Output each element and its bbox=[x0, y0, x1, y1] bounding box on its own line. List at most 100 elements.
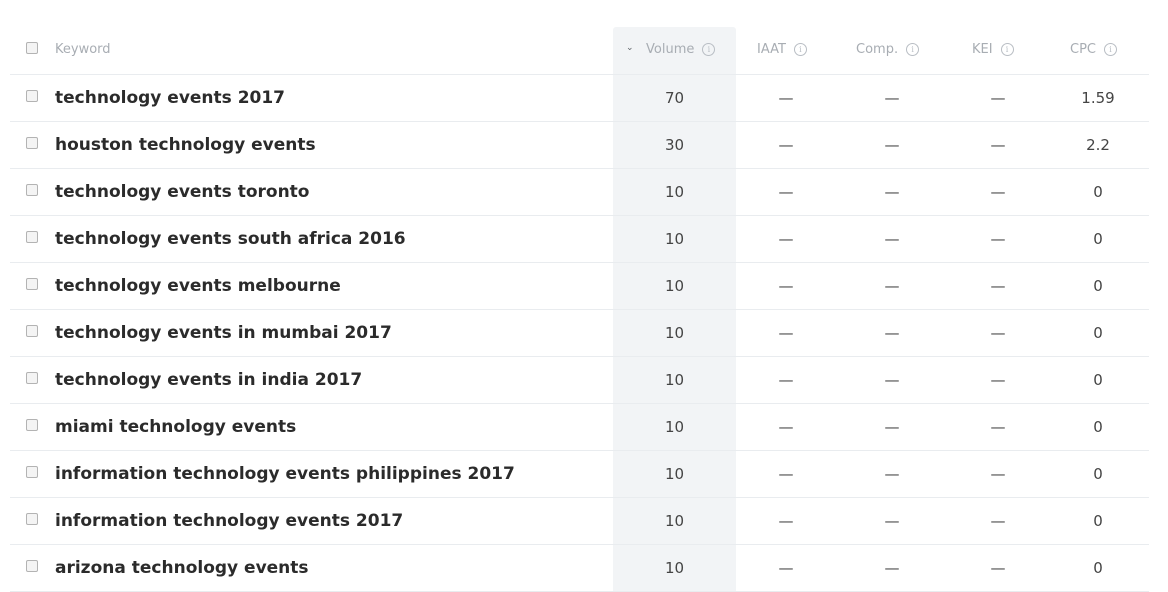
table-row[interactable]: information technology events 2017 10 — — — 0 bbox=[10, 498, 1149, 545]
row-checkbox[interactable] bbox=[26, 513, 38, 525]
keyword-text[interactable]: technology events 2017 bbox=[55, 88, 285, 108]
header-cpc-label: CPC bbox=[1070, 42, 1096, 57]
row-checkbox[interactable] bbox=[26, 278, 38, 290]
volume-cell: 10 bbox=[664, 230, 685, 248]
cpc-cell: 0 bbox=[1093, 183, 1103, 201]
kei-cell: — bbox=[990, 136, 1006, 154]
comp-cell: — bbox=[884, 183, 900, 201]
header-keyword[interactable]: Keyword bbox=[55, 42, 111, 58]
row-checkbox[interactable] bbox=[26, 90, 38, 102]
cpc-cell: 2.2 bbox=[1086, 136, 1110, 154]
iaat-cell: — bbox=[778, 136, 794, 154]
comp-cell: — bbox=[884, 465, 900, 483]
info-icon[interactable]: i bbox=[906, 43, 920, 56]
cpc-cell: 0 bbox=[1093, 465, 1103, 483]
row-checkbox[interactable] bbox=[26, 560, 38, 572]
kei-cell: — bbox=[990, 418, 1006, 436]
row-checkbox[interactable] bbox=[26, 137, 38, 149]
iaat-cell: — bbox=[778, 183, 794, 201]
row-checkbox[interactable] bbox=[26, 419, 38, 431]
keyword-text[interactable]: technology events melbourne bbox=[55, 276, 341, 296]
volume-cell: 10 bbox=[664, 324, 685, 342]
volume-cell: 10 bbox=[664, 277, 685, 295]
comp-cell: — bbox=[884, 230, 900, 248]
table-row[interactable]: houston technology events 30 — — — 2.2 bbox=[10, 122, 1149, 169]
info-icon[interactable]: i bbox=[793, 43, 807, 56]
cpc-cell: 0 bbox=[1093, 512, 1103, 530]
row-checkbox[interactable] bbox=[26, 184, 38, 196]
kei-cell: — bbox=[990, 230, 1006, 248]
iaat-cell: — bbox=[778, 418, 794, 436]
iaat-cell: — bbox=[778, 89, 794, 107]
keyword-text[interactable]: technology events south africa 2016 bbox=[55, 229, 406, 249]
kei-cell: — bbox=[990, 324, 1006, 342]
cpc-cell: 0 bbox=[1093, 559, 1103, 577]
keyword-text[interactable]: technology events toronto bbox=[55, 182, 309, 202]
table-row[interactable]: arizona technology events 10 — — — 0 bbox=[10, 545, 1149, 592]
header-volume[interactable]: Volume i bbox=[646, 42, 716, 58]
header-comp-label: Comp. bbox=[856, 42, 899, 57]
header-kei-label: KEI bbox=[972, 42, 993, 57]
keyword-text[interactable]: arizona technology events bbox=[55, 558, 309, 578]
volume-cell: 10 bbox=[664, 371, 685, 389]
row-checkbox[interactable] bbox=[26, 466, 38, 478]
row-checkbox[interactable] bbox=[26, 372, 38, 384]
header-comp[interactable]: Comp. i bbox=[856, 42, 920, 58]
volume-cell: 30 bbox=[664, 136, 685, 154]
keyword-text[interactable]: houston technology events bbox=[55, 135, 316, 155]
keyword-text[interactable]: information technology events philippine… bbox=[55, 464, 515, 484]
header-iaat-label: IAAT bbox=[757, 42, 786, 57]
table-row[interactable]: technology events 2017 70 — — — 1.59 bbox=[10, 75, 1149, 122]
table-row[interactable]: technology events in india 2017 10 — — — 0 bbox=[10, 357, 1149, 404]
comp-cell: — bbox=[884, 324, 900, 342]
cpc-cell: 0 bbox=[1093, 371, 1103, 389]
volume-cell: 10 bbox=[664, 418, 685, 436]
iaat-cell: — bbox=[778, 465, 794, 483]
table-header: Keyword ⌄ Volume i IAAT i Comp. i KEI i CPC i bbox=[10, 27, 1149, 75]
info-icon[interactable]: i bbox=[702, 43, 716, 56]
table-row[interactable]: miami technology events 10 — — — 0 bbox=[10, 404, 1149, 451]
kei-cell: — bbox=[990, 183, 1006, 201]
kei-cell: — bbox=[990, 371, 1006, 389]
row-checkbox[interactable] bbox=[26, 231, 38, 243]
header-cpc[interactable]: CPC i bbox=[1070, 42, 1117, 58]
volume-cell: 10 bbox=[664, 559, 685, 577]
keyword-text[interactable]: information technology events 2017 bbox=[55, 511, 403, 531]
iaat-cell: — bbox=[778, 559, 794, 577]
comp-cell: — bbox=[884, 559, 900, 577]
table-row[interactable]: technology events toronto 10 — — — 0 bbox=[10, 169, 1149, 216]
kei-cell: — bbox=[990, 277, 1006, 295]
cpc-cell: 1.59 bbox=[1081, 89, 1115, 107]
table-row[interactable]: technology events in mumbai 2017 10 — — — 0 bbox=[10, 310, 1149, 357]
header-kei[interactable]: KEI i bbox=[972, 42, 1014, 58]
kei-cell: — bbox=[990, 559, 1006, 577]
kei-cell: — bbox=[990, 512, 1006, 530]
cpc-cell: 0 bbox=[1093, 324, 1103, 342]
row-checkbox[interactable] bbox=[26, 325, 38, 337]
table-row[interactable]: technology events melbourne 10 — — — 0 bbox=[10, 263, 1149, 310]
comp-cell: — bbox=[884, 89, 900, 107]
select-all-checkbox[interactable] bbox=[26, 42, 38, 54]
iaat-cell: — bbox=[778, 324, 794, 342]
keyword-text[interactable]: miami technology events bbox=[55, 417, 296, 437]
table-row[interactable]: technology events south africa 2016 10 — — —… bbox=[10, 216, 1149, 263]
info-icon[interactable]: i bbox=[1104, 43, 1117, 56]
cpc-cell: 0 bbox=[1093, 418, 1103, 436]
iaat-cell: — bbox=[778, 277, 794, 295]
header-iaat[interactable]: IAAT i bbox=[757, 42, 807, 58]
volume-cell: 70 bbox=[664, 89, 685, 107]
cpc-cell: 0 bbox=[1093, 277, 1103, 295]
keyword-text[interactable]: technology events in mumbai 2017 bbox=[55, 323, 392, 343]
table-row[interactable]: information technology events philippine… bbox=[10, 451, 1149, 498]
iaat-cell: — bbox=[778, 230, 794, 248]
comp-cell: — bbox=[884, 512, 900, 530]
kei-cell: — bbox=[990, 465, 1006, 483]
keyword-text[interactable]: technology events in india 2017 bbox=[55, 370, 362, 390]
iaat-cell: — bbox=[778, 371, 794, 389]
info-icon[interactable]: i bbox=[1000, 43, 1014, 56]
header-volume-label: Volume bbox=[646, 42, 695, 57]
volume-cell: 10 bbox=[664, 183, 685, 201]
sort-descending-icon[interactable]: ⌄ bbox=[626, 43, 634, 53]
comp-cell: — bbox=[884, 277, 900, 295]
comp-cell: — bbox=[884, 136, 900, 154]
